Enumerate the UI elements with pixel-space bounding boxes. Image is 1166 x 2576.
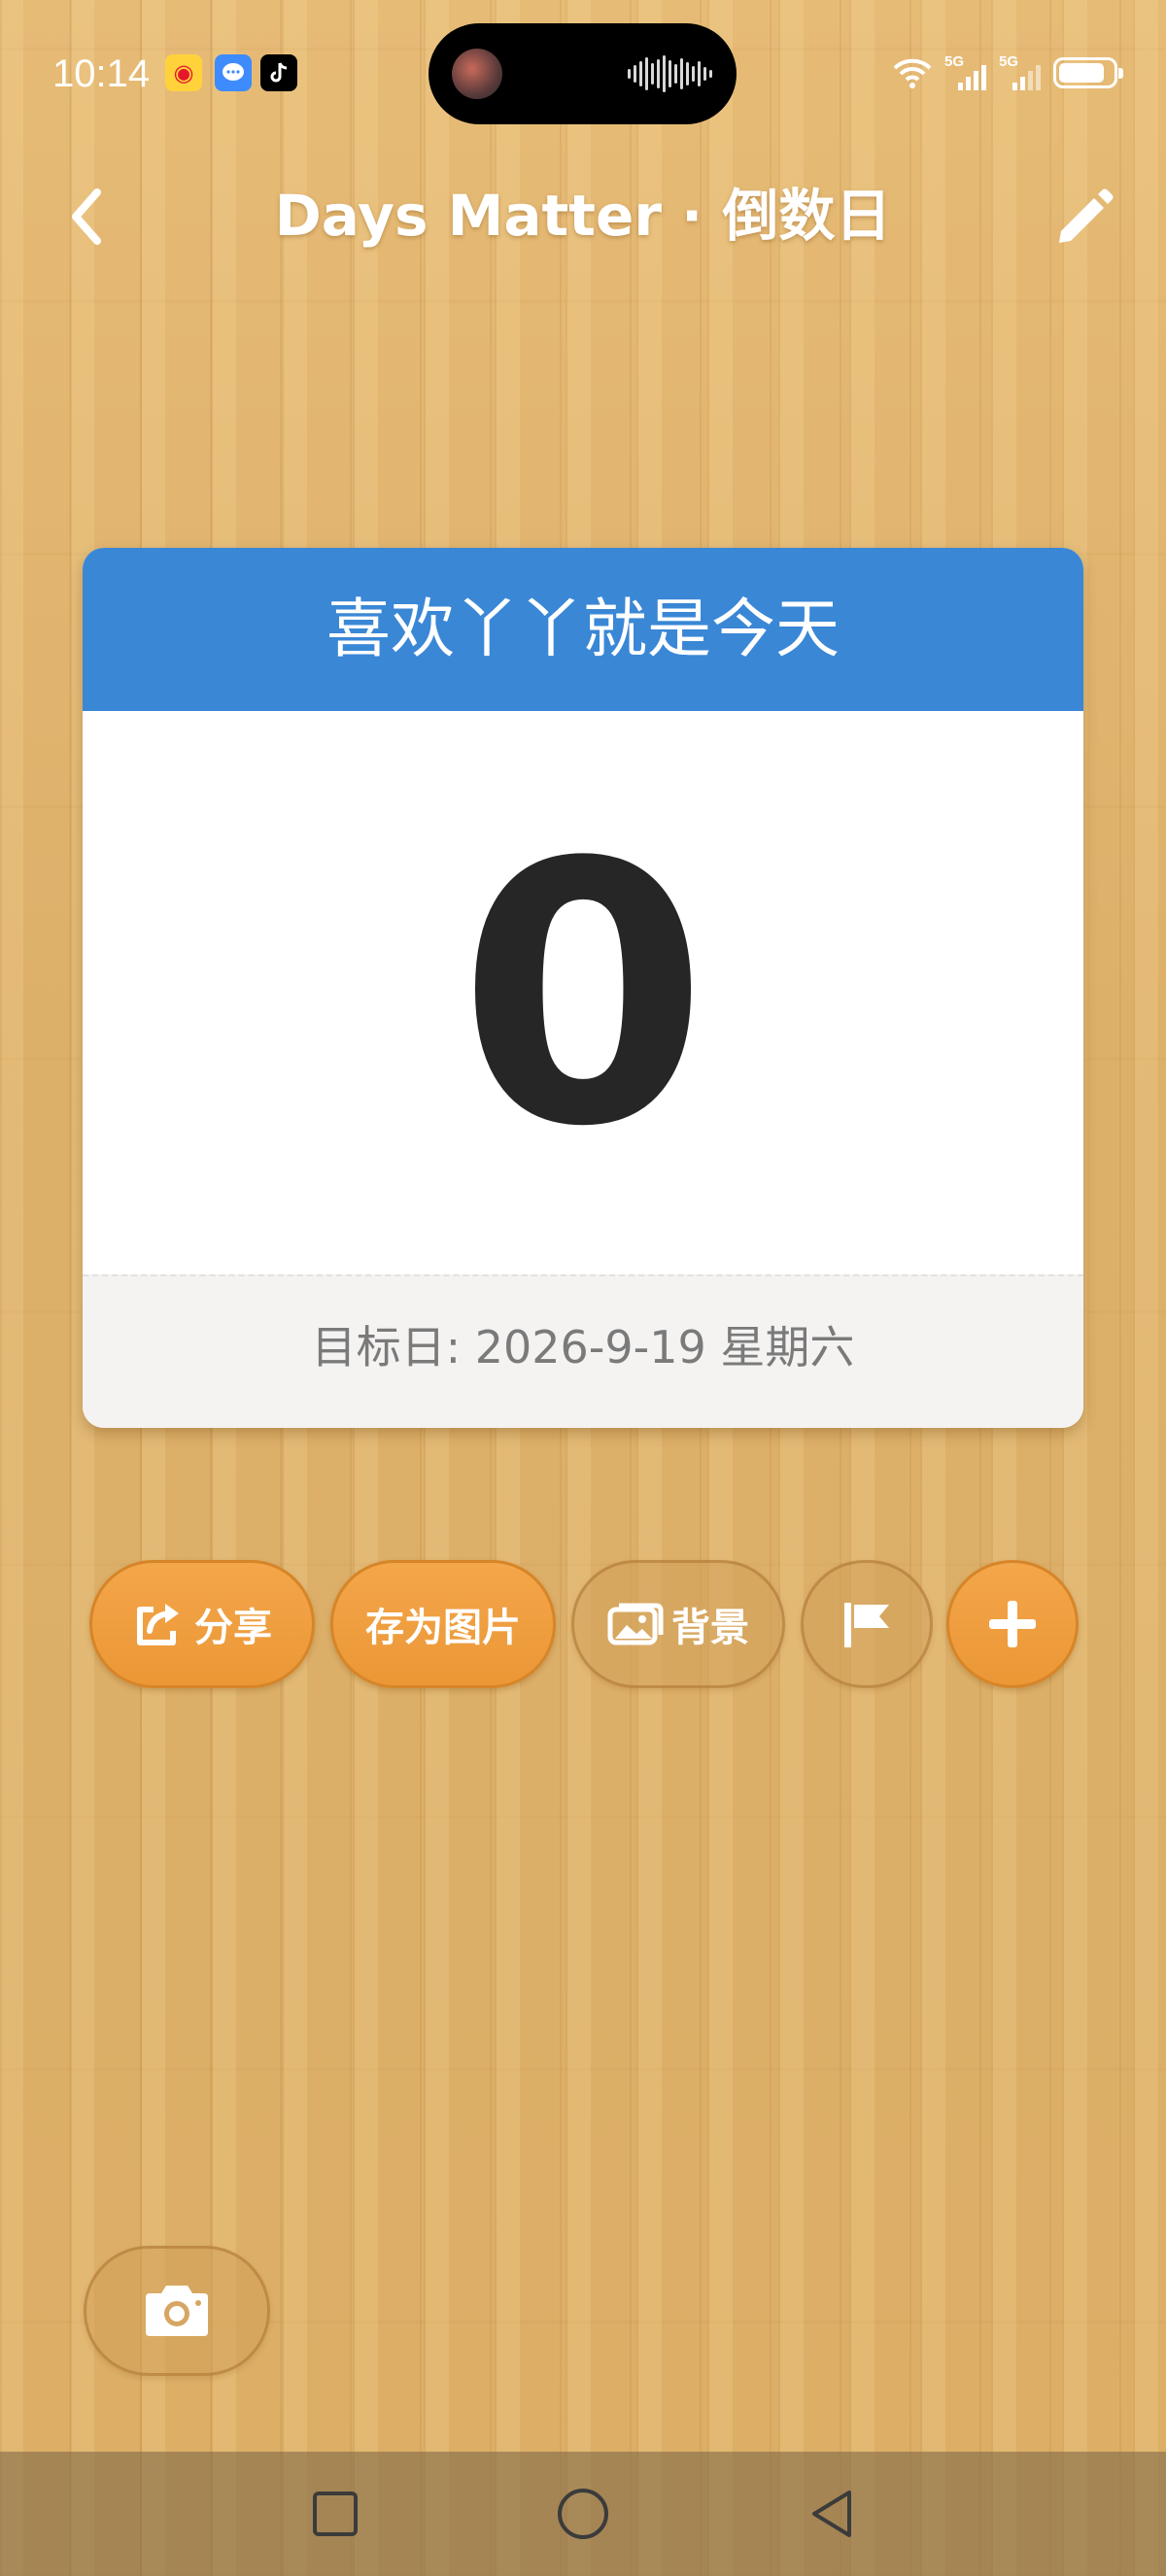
countdown-card[interactable]: 喜欢丫丫就是今天 0 目标日: 2026-9-19 星期六 [83,548,1083,1428]
background-label: 背景 [671,1606,749,1650]
add-button[interactable] [946,1560,1079,1688]
card-header: 喜欢丫丫就是今天 [83,548,1083,711]
square-icon[interactable] [306,2485,364,2543]
system-nav-bar [0,2452,1166,2576]
action-bar: 分享 存为图片 背景 [0,1560,1166,1690]
pencil-icon[interactable] [1047,181,1121,254]
signal-icon: 5G [944,53,987,90]
save-image-button[interactable]: 存为图片 [330,1560,556,1688]
status-bar: 10:14 ◉ 5G 5G [0,0,1166,146]
camera-icon [146,2286,208,2336]
circle-icon[interactable] [554,2485,612,2543]
share-label: 分享 [194,1606,272,1650]
triangle-back-icon[interactable] [803,2485,861,2543]
audio-wave-icon [628,54,715,93]
days-count: 0 [458,788,708,1205]
tiktok-icon [260,54,297,91]
card-footer: 目标日: 2026-9-19 星期六 [83,1274,1083,1428]
battery-level [1059,63,1104,83]
share-icon [137,1604,179,1645]
status-icons: 5G 5G [892,52,1123,93]
app-header: Days Matter · 倒数日 [0,165,1166,262]
battery-icon [1053,57,1123,88]
page-title: Days Matter · 倒数日 [274,183,892,249]
wifi-icon [893,58,932,88]
card-body: 0 [83,711,1083,1276]
flag-icon [844,1603,889,1647]
avatar [452,49,502,99]
save-image-label: 存为图片 [365,1606,521,1650]
share-button[interactable]: 分享 [89,1560,315,1688]
signal-icon: 5G [999,53,1042,90]
image-icon [607,1603,664,1645]
status-time: 10:14 [52,52,151,95]
message-icon [215,54,252,91]
target-date: 目标日: 2026-9-19 星期六 [311,1321,855,1373]
plus-icon [989,1601,1036,1647]
flag-button[interactable] [801,1560,933,1688]
dynamic-island[interactable] [429,23,737,124]
weibo-icon: ◉ [165,54,202,91]
event-title: 喜欢丫丫就是今天 [326,592,840,666]
background-button[interactable]: 背景 [571,1560,785,1688]
camera-button[interactable] [84,2246,270,2376]
